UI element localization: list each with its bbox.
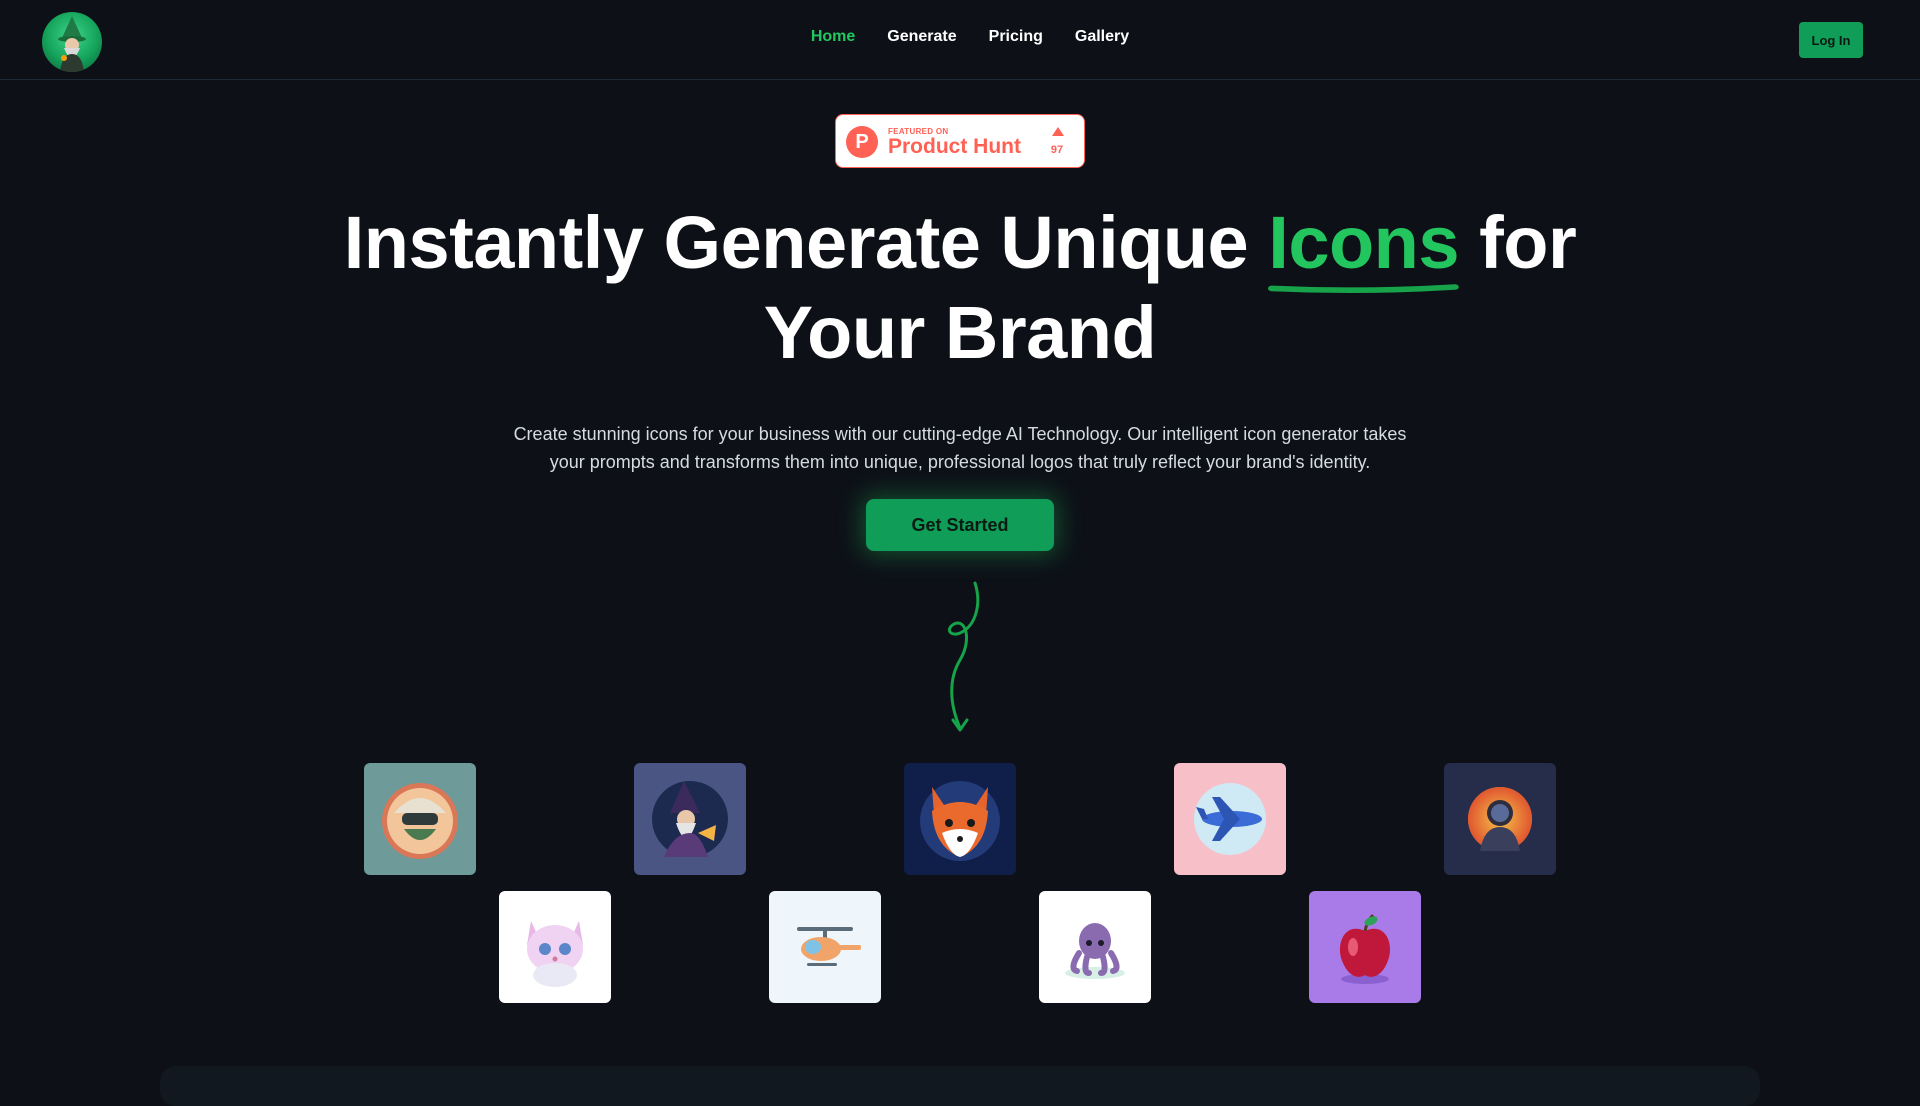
kitten-icon[interactable]	[499, 891, 611, 1003]
ph-upvote-count: 97	[1050, 144, 1064, 156]
airplane-icon[interactable]	[1174, 763, 1286, 875]
ph-title: Product Hunt	[888, 135, 1021, 158]
octopus-icon[interactable]	[1039, 891, 1151, 1003]
login-button[interactable]: Log In	[1799, 22, 1863, 58]
main-nav: Home Generate Pricing Gallery	[0, 28, 1920, 46]
product-hunt-logo-icon: P	[846, 126, 878, 158]
hardhat-worker-icon[interactable]	[364, 763, 476, 875]
hero-title-part1: Instantly Generate Unique	[343, 201, 1249, 284]
apple-icon[interactable]	[1309, 891, 1421, 1003]
hero-title-line2: Your Brand	[763, 291, 1157, 374]
nav-gallery[interactable]: Gallery	[1075, 28, 1129, 46]
next-section-panel	[160, 1066, 1760, 1106]
highlight-text: Icons	[1268, 201, 1460, 284]
hero-title: Instantly Generate Unique Icons for Your…	[0, 198, 1920, 378]
hero-title-part2: for	[1479, 201, 1577, 284]
nav-pricing[interactable]: Pricing	[989, 28, 1043, 46]
helicopter-icon[interactable]	[769, 891, 881, 1003]
fox-icon[interactable]	[904, 763, 1016, 875]
get-started-button[interactable]: Get Started	[866, 499, 1054, 551]
nav-generate[interactable]: Generate	[887, 28, 956, 46]
upvote-arrow-icon	[1052, 127, 1064, 136]
hero-subtitle: Create stunning icons for your business …	[513, 424, 1407, 472]
product-hunt-badge[interactable]: P FEATURED ON Product Hunt 97	[835, 114, 1085, 168]
site-header: Home Generate Pricing Gallery Log In	[0, 0, 1920, 80]
wizard-icon[interactable]	[634, 763, 746, 875]
curly-arrow-icon	[948, 581, 980, 732]
hero-title-highlight: Icons	[1268, 198, 1460, 293]
underline-squiggle-icon	[1268, 284, 1460, 293]
astronaut-icon[interactable]	[1444, 763, 1556, 875]
nav-home[interactable]: Home	[811, 28, 855, 46]
